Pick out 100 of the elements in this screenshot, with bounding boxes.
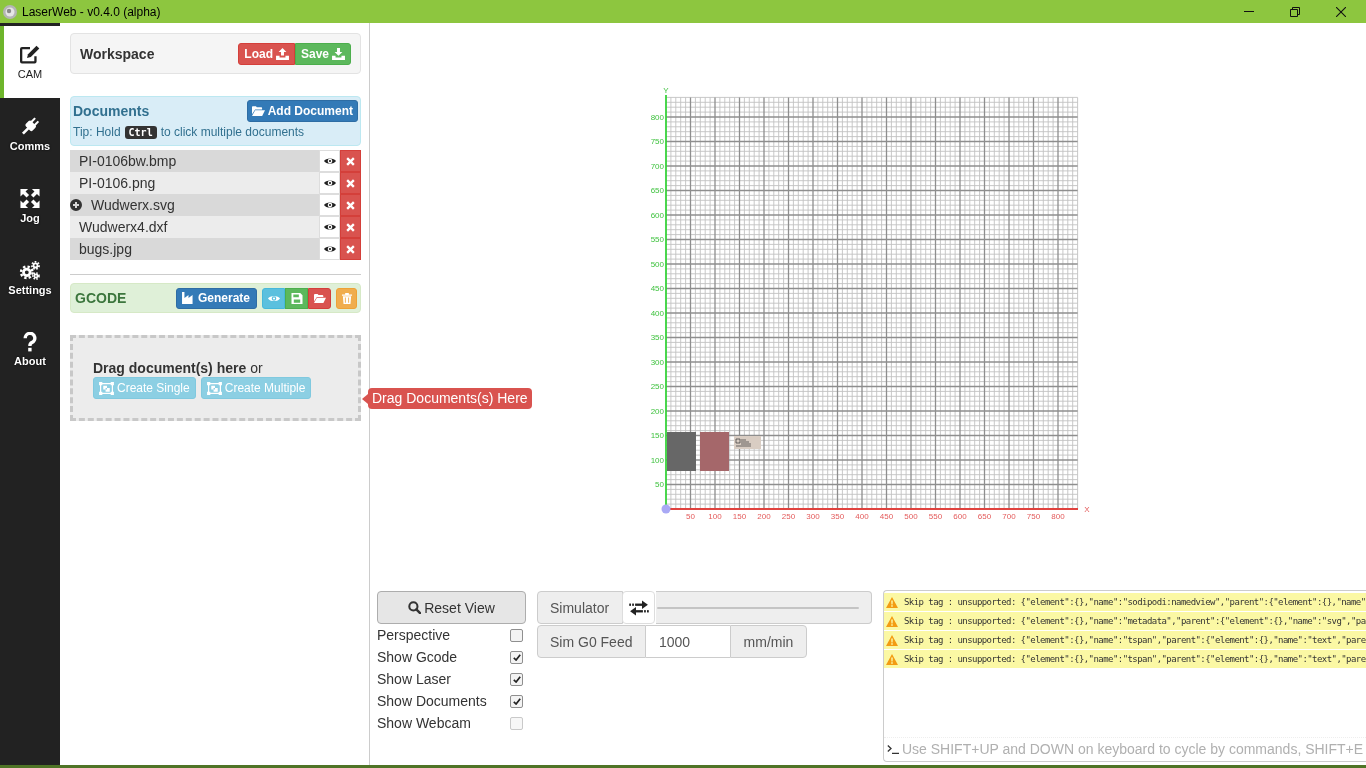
app-icon [3,4,17,19]
warning-icon [886,653,898,665]
nav-tab[interactable]: CAM [0,26,60,98]
folder-icon [251,105,265,117]
delete-button[interactable] [340,194,361,216]
save-gcode-button[interactable] [285,287,308,309]
console-message: Skip tag : unsupported: {"element":{},"name":"tspan","parent":{"element":{},"name":"text","pare [904,654,1366,664]
checkbox[interactable] [510,672,523,686]
console-message: Skip tag : unsupported: {"element":{},"name":"sodipodi:namedview","parent":{"element":{},"name" [904,597,1366,607]
warning-icon [886,634,898,646]
pointer-icon [362,393,368,404]
checkbox[interactable] [510,694,523,708]
axis-tick-label: 400 [855,512,869,521]
folder-icon [313,292,326,304]
restore-icon[interactable] [1290,6,1300,17]
document-item[interactable]: PI-0106.png [70,172,319,194]
nav-tab[interactable]: About [0,314,60,386]
question-icon [23,332,37,352]
nav-tab[interactable]: Comms [0,98,60,170]
checkmark-icon [512,675,521,683]
visibility-button[interactable] [319,238,340,260]
axis-tick-label: 150 [732,512,747,521]
eye-icon [323,223,336,231]
axis-tick-label: 750 [650,137,664,147]
delete-button[interactable] [340,172,361,194]
eye-icon [323,157,336,165]
nav-tab[interactable]: Jog [0,170,60,242]
axis-tick-label: 500 [650,259,664,269]
checkbox[interactable] [510,650,523,664]
simulator-label: Simulator [537,591,623,624]
visibility-button[interactable] [319,172,340,194]
command-input[interactable]: Use SHIFT+UP and DOWN on keyboard to cycle by commands, SHIFT+E [902,741,1366,757]
axis-title: X [1084,505,1090,514]
checkmark-icon [512,653,521,661]
axis-tick-label: 650 [977,512,992,521]
checkbox[interactable] [510,628,523,642]
origin-marker-icon [661,504,671,514]
document-item[interactable]: PI-0106bw.bmp [70,150,319,172]
eye-icon [323,245,336,253]
axis-tick-label: 100 [650,455,664,465]
terminal-icon [887,744,899,754]
upload-icon [275,47,289,60]
warning-icon [886,596,898,608]
workspace-title: Workspace [80,45,155,62]
option-label: Show Webcam [377,715,471,731]
add-document-button[interactable]: Add Document [246,100,358,122]
artwork-thumbnail [734,436,761,449]
axis-tick-label: 700 [1002,512,1016,521]
gears-icon [19,259,41,281]
axis-tick-label: 500 [904,512,918,521]
swap-arrows-icon [628,599,649,616]
x-icon [346,178,355,188]
axis-tick-label: 600 [650,210,664,220]
generate-button[interactable]: Generate [176,287,257,309]
axis-tick-label: 450 [879,512,894,521]
factory-icon [182,292,195,304]
object-group-icon [99,381,114,395]
reset-view-button[interactable]: Reset View [377,591,526,624]
visibility-button[interactable] [319,216,340,238]
x-icon [346,244,355,254]
option-label: Show Documents [377,693,487,709]
key-label: Ctrl [124,125,157,139]
axis-tick-label: 550 [650,235,664,245]
search-icon [408,601,422,614]
axis-tick-label: 550 [928,512,943,521]
console-message: Skip tag : unsupported: {"element":{},"name":"tspan","parent":{"element":{},"name":"text","pare [904,635,1366,645]
eye-icon [323,201,336,209]
object-group-icon [206,381,222,395]
visibility-button[interactable] [319,150,340,172]
photo-placeholder [700,432,729,471]
edit-icon [19,43,41,65]
feed-input[interactable]: 1000 [646,625,730,658]
simulator-slider[interactable] [656,591,872,624]
axis-tick-label: 750 [1026,512,1041,521]
plug-icon [19,115,41,137]
swap-button[interactable] [622,591,655,624]
nav-tab[interactable]: Settings [0,242,60,314]
document-item[interactable]: bugs.jpg [70,238,319,260]
console-message: Skip tag : unsupported: {"element":{},"name":"metadata","parent":{"element":{},"name":"svg","pa [904,616,1366,626]
axis-tick-label: 400 [650,308,664,318]
axis-tick-label: 250 [781,512,796,521]
axis-tick-label: 200 [650,406,664,416]
visibility-button[interactable] [319,194,340,216]
document-item[interactable]: Wudwerx4.dxf [70,216,319,238]
axis-tick-label: 50 [686,512,695,521]
delete-button[interactable] [340,150,361,172]
trash-icon [340,292,353,304]
delete-button[interactable] [340,238,361,260]
warning-icon [886,615,898,627]
option-label: Show Gcode [377,649,458,665]
checkmark-icon [512,697,521,705]
document-item[interactable]: Wudwerx.svg [70,194,319,216]
axis-tick-label: 800 [650,112,664,122]
option-label: Perspective [377,627,451,643]
close-icon[interactable] [1336,6,1346,17]
save-icon [290,292,303,304]
open-gcode-button[interactable] [308,287,331,309]
axis-tick-label: 300 [806,512,820,521]
load-button[interactable]: Load [238,42,295,65]
delete-button[interactable] [340,216,361,238]
